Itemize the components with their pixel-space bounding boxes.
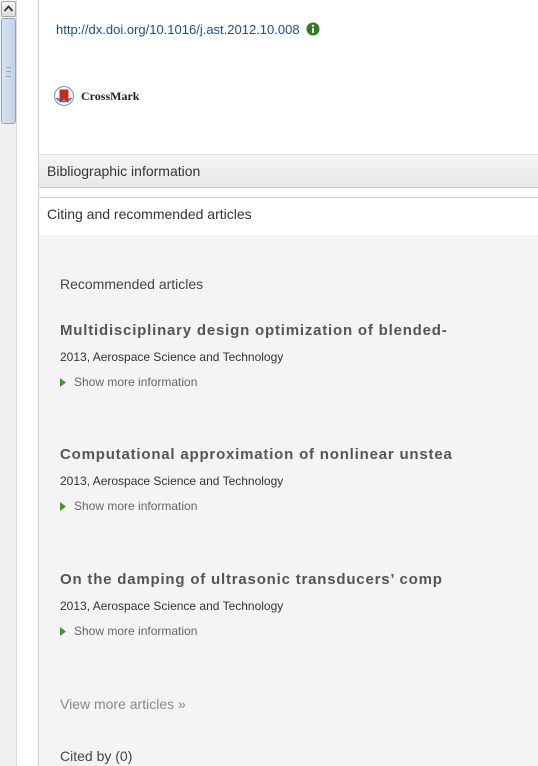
article-side-panel: http://dx.doi.org/10.1016/j.ast.2012.10.…: [38, 0, 538, 766]
bibliographic-info-header[interactable]: Bibliographic information: [39, 154, 538, 188]
article-meta: 2013, Aerospace Science and Technology: [60, 599, 284, 613]
crossmark-badge[interactable]: CrossMark: [54, 85, 139, 107]
scrollbar-thumb[interactable]: [1, 18, 16, 124]
recommended-articles-heading: Recommended articles: [60, 276, 204, 292]
recommended-article: Computational approximation of nonlinear…: [60, 446, 538, 513]
scroll-up-button[interactable]: [1, 1, 16, 17]
article-title-link[interactable]: On the damping of ultrasonic transducers…: [60, 571, 538, 588]
recommended-articles-area: Recommended articles Multidisciplinary d…: [39, 235, 538, 766]
page-gutter: [17, 0, 38, 766]
show-more-label: Show more information: [74, 375, 198, 389]
info-icon[interactable]: [306, 22, 320, 39]
article-title-link[interactable]: Computational approximation of nonlinear…: [60, 446, 538, 463]
view-more-articles-link[interactable]: View more articles »: [60, 696, 186, 712]
thumb-grip: [6, 67, 11, 77]
article-meta: 2013, Aerospace Science and Technology: [60, 474, 284, 488]
show-more-toggle[interactable]: Show more information: [60, 624, 538, 638]
cited-by-header[interactable]: Cited by (0): [60, 748, 132, 764]
expand-triangle-icon: [60, 377, 66, 387]
article-title-link[interactable]: Multidisciplinary design optimization of…: [60, 322, 538, 339]
crossmark-icon: [54, 85, 74, 107]
citing-recommended-header[interactable]: Citing and recommended articles: [39, 197, 538, 231]
article-meta: 2013, Aerospace Science and Technology: [60, 350, 284, 364]
chevron-up-icon: [4, 5, 13, 12]
show-more-label: Show more information: [74, 499, 198, 513]
doi-link[interactable]: http://dx.doi.org/10.1016/j.ast.2012.10.…: [56, 22, 300, 37]
recommended-article: On the damping of ultrasonic transducers…: [60, 571, 538, 638]
crossmark-label: CrossMark: [81, 88, 140, 103]
expand-triangle-icon: [60, 626, 66, 636]
show-more-label: Show more information: [74, 624, 198, 638]
expand-triangle-icon: [60, 501, 66, 511]
doi-row: http://dx.doi.org/10.1016/j.ast.2012.10.…: [56, 22, 320, 39]
show-more-toggle[interactable]: Show more information: [60, 499, 538, 513]
show-more-toggle[interactable]: Show more information: [60, 375, 538, 389]
recommended-article: Multidisciplinary design optimization of…: [60, 322, 538, 389]
vertical-scrollbar[interactable]: [0, 0, 17, 766]
